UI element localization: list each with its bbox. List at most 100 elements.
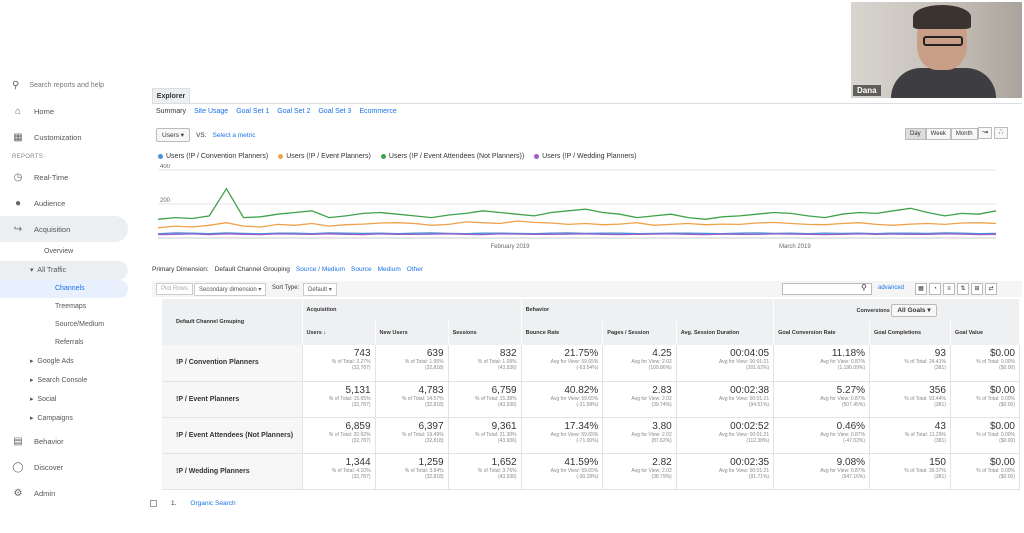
nav-audience[interactable]: ● Audience [0, 190, 132, 216]
nav-discover[interactable]: ◯ Discover [0, 454, 132, 480]
table-search-input[interactable] [782, 283, 872, 295]
advanced-link[interactable]: advanced [878, 285, 904, 291]
goals-select[interactable]: All Goals ▾ [891, 304, 937, 317]
cell-value: 4,783 [418, 384, 444, 396]
cell-value: 4.25 [652, 348, 672, 359]
sub-google-ads[interactable]: ▸ Google Ads [0, 352, 132, 371]
chart-legend: Users (!P / Convention Planners) Users (… [158, 153, 636, 160]
row-channel-name[interactable]: !P / Event Attendees (Not Planners) [162, 417, 303, 454]
search-icon[interactable]: ⚲ [861, 283, 867, 292]
subsub-treemaps[interactable]: Treemaps [0, 298, 132, 316]
line-chart-icon[interactable]: ↝ [978, 127, 992, 139]
subtab-goal-set-2[interactable]: Goal Set 2 [277, 108, 310, 115]
view-type-buttons: ▦ ◔ ≡ ⇅ ⊞ ⇄ [915, 283, 997, 295]
nav-home[interactable]: ⌂ Home [0, 98, 132, 124]
legend-item: Users (!P / Event Attendees (Not Planner… [380, 153, 524, 160]
table-row: !P / Wedding Planners 1,344% of Total: 4.… [162, 453, 1021, 490]
comparison-view-icon[interactable]: ⇅ [957, 283, 969, 295]
term-cloud-icon[interactable]: ⊞ [971, 283, 983, 295]
col-pages-session[interactable]: Pages / Session [602, 321, 677, 345]
cell-users: 5,131% of Total: 15.65% (32,787) [302, 381, 376, 418]
search-row[interactable]: ⚲ Search reports and help [0, 72, 132, 98]
month-button[interactable]: Month [950, 128, 978, 140]
col-new-users[interactable]: New Users [375, 321, 449, 345]
col-users[interactable]: Users ↓ [302, 321, 376, 345]
cell-avg-session-duration: 00:02:35 Avg for View: 00:01:21 (91.71%) [676, 453, 775, 490]
dimension-medium[interactable]: Medium [378, 266, 401, 273]
week-button[interactable]: Week [925, 128, 951, 140]
col-bounce-rate[interactable]: Bounce Rate [521, 321, 604, 345]
series-line-1[interactable] [157, 220, 997, 229]
y-tick-label: 200 [160, 198, 171, 204]
cell-total: ($0.00) [999, 437, 1015, 444]
tab-explorer[interactable]: Explorer [152, 88, 190, 104]
chevron-down-icon: ▾ [258, 287, 262, 293]
table-row: !P / Event Planners 5,131% of Total: 15.6… [162, 381, 1021, 418]
all-traffic-label: All Traffic [37, 267, 67, 274]
col-goal-completions[interactable]: Goal Completions [869, 321, 951, 345]
subtab-goal-set-3[interactable]: Goal Set 3 [318, 108, 351, 115]
series-line-3[interactable] [157, 233, 997, 236]
row-channel-name[interactable]: !P / Convention Planners [162, 345, 303, 382]
dimension-other[interactable]: Other [407, 266, 423, 273]
dashboard-icon: ▦ [13, 131, 23, 143]
search-console-label: Search Console [37, 377, 88, 384]
metric-select[interactable]: Users ▾ [156, 128, 191, 142]
nav-realtime[interactable]: ◷ Real-Time [0, 164, 132, 190]
subtab-ecommerce[interactable]: Ecommerce [359, 108, 396, 115]
table-view-icon[interactable]: ▦ [915, 283, 927, 295]
sub-search-console[interactable]: ▸ Search Console [0, 371, 132, 390]
nav-behavior[interactable]: ▤ Behavior [0, 428, 132, 454]
search-placeholder[interactable]: Search reports and help [29, 82, 104, 89]
subsub-referrals[interactable]: Referrals [0, 334, 132, 352]
col-avg-session-duration[interactable]: Avg. Session Duration [676, 321, 775, 345]
row-channel-name[interactable]: !P / Event Planners [162, 381, 303, 418]
line-chart[interactable]: 400 200 February 2019 March 2019 [152, 164, 1002, 256]
sort-type-select[interactable]: Default ▾ [303, 283, 337, 296]
caret-right-icon: ▸ [30, 377, 34, 384]
subtab-site-usage[interactable]: Site Usage [194, 108, 228, 115]
legend-item: Users (!P / Convention Planners) [158, 153, 268, 160]
secondary-dimension-select[interactable]: Secondary dimension ▾ [194, 283, 267, 296]
performance-view-icon[interactable]: ≡ [943, 283, 955, 295]
col-goal-value[interactable]: Goal Value [950, 321, 1021, 345]
tab-divider [152, 103, 1022, 104]
sub-overview[interactable]: Overview [0, 242, 132, 261]
legend-item: Users (!P / Event Planners) [278, 153, 371, 160]
legend-item: Users (!P / Wedding Planners) [534, 153, 636, 160]
cell-total: (87.62%) [651, 437, 672, 444]
sub-all-traffic[interactable]: ▾ All Traffic [0, 261, 128, 280]
cell-value: $0.00 [989, 348, 1015, 359]
caret-down-icon: ▾ [30, 267, 34, 274]
col-goal-conversion-rate[interactable]: Goal Conversion Rate [773, 321, 871, 345]
sort-down-icon: ↓ [323, 330, 327, 336]
participant-name: Dana [853, 85, 881, 96]
subtab-goal-set-1[interactable]: Goal Set 1 [236, 108, 269, 115]
sub-campaigns[interactable]: ▸ Campaigns [0, 409, 132, 428]
pie-view-icon[interactable]: ◔ [929, 283, 941, 295]
plot-rows-button[interactable]: Plot Rows [156, 283, 194, 295]
col-sessions[interactable]: Sessions [448, 321, 522, 345]
nav-customization[interactable]: ▦ Customization [0, 124, 132, 150]
nav-acquisition[interactable]: ↪ Acquisition [0, 216, 128, 242]
subsub-source-medium[interactable]: Source/Medium [0, 316, 132, 334]
caret-right-icon: ▸ [30, 358, 34, 365]
cell-total: ($0.00) [999, 473, 1015, 480]
subsub-channels[interactable]: Channels [0, 280, 128, 298]
row-checkbox[interactable] [150, 500, 157, 507]
cell-total: (-63.54%) [576, 365, 599, 371]
group-header[interactable]: Default Channel Grouping [162, 299, 303, 345]
sub-social[interactable]: ▸ Social [0, 390, 132, 409]
dimension-source[interactable]: Source [351, 266, 372, 273]
row-channel-name[interactable]: !P / Wedding Planners [162, 453, 303, 490]
cell-goal-conversion-rate: 5.27% Avg for View: 0.87% (507.45%) [773, 381, 871, 418]
pivot-view-icon[interactable]: ⇄ [985, 283, 997, 295]
cell-value: 1,652 [491, 456, 517, 468]
select-metric-link[interactable]: Select a metric [213, 132, 256, 139]
subtab-summary[interactable]: Summary [156, 108, 186, 115]
nav-admin[interactable]: ⚙ Admin [0, 480, 132, 506]
motion-chart-icon[interactable]: ∴ [994, 127, 1008, 139]
row-organic-search-link[interactable]: Organic Search [190, 500, 235, 507]
dimension-source-medium[interactable]: Source / Medium [296, 266, 345, 273]
day-button[interactable]: Day [905, 128, 926, 140]
